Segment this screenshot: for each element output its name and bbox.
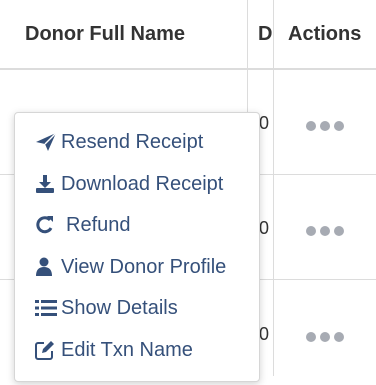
list-icon xyxy=(35,298,59,318)
menu-item-show-details[interactable]: Show Details xyxy=(35,293,178,323)
menu-item-label: Show Details xyxy=(61,296,178,319)
row-actions-button[interactable] xyxy=(306,332,344,342)
column-header-actions: Actions xyxy=(288,22,362,45)
download-icon xyxy=(35,174,59,194)
edit-icon xyxy=(35,340,59,360)
column-header-donor-full-name[interactable]: Donor Full Name xyxy=(25,0,245,68)
more-dot-icon xyxy=(306,226,316,236)
more-dot-icon xyxy=(306,121,316,131)
more-dot-icon xyxy=(334,121,344,131)
menu-item-edit-txn-name[interactable]: Edit Txn Name xyxy=(35,335,193,365)
truncated-cell: 0 xyxy=(259,113,270,133)
menu-item-label: Download Receipt xyxy=(61,172,224,195)
refresh-icon xyxy=(35,215,59,235)
user-icon xyxy=(35,257,59,277)
menu-item-download-receipt[interactable]: Download Receipt xyxy=(35,169,223,199)
more-dot-icon xyxy=(334,226,344,236)
more-dot-icon xyxy=(320,332,330,342)
column-header-truncated[interactable]: D xyxy=(258,0,272,68)
more-dot-icon xyxy=(320,121,330,131)
menu-item-resend-receipt[interactable]: Resend Receipt xyxy=(35,127,203,157)
paper-plane-icon xyxy=(35,132,59,152)
truncated-cell: 0 xyxy=(259,324,270,344)
menu-item-label: View Donor Profile xyxy=(61,255,227,278)
truncated-cell: 0 xyxy=(259,218,270,238)
menu-item-view-donor-profile[interactable]: View Donor Profile xyxy=(35,252,226,282)
row-actions-button[interactable] xyxy=(306,226,344,236)
more-dot-icon xyxy=(306,332,316,342)
more-dot-icon xyxy=(320,226,330,236)
table-header: Donor Full Name D Actions xyxy=(0,0,376,70)
menu-item-refund[interactable]: Refund xyxy=(35,210,131,240)
menu-item-label: Edit Txn Name xyxy=(61,338,193,361)
menu-item-label: Refund xyxy=(66,213,131,236)
row-actions-dropdown-menu: Resend Receipt Download Receipt Refund V… xyxy=(14,112,260,382)
menu-item-label: Resend Receipt xyxy=(61,130,204,153)
row-actions-button[interactable] xyxy=(306,121,344,131)
more-dot-icon xyxy=(334,332,344,342)
